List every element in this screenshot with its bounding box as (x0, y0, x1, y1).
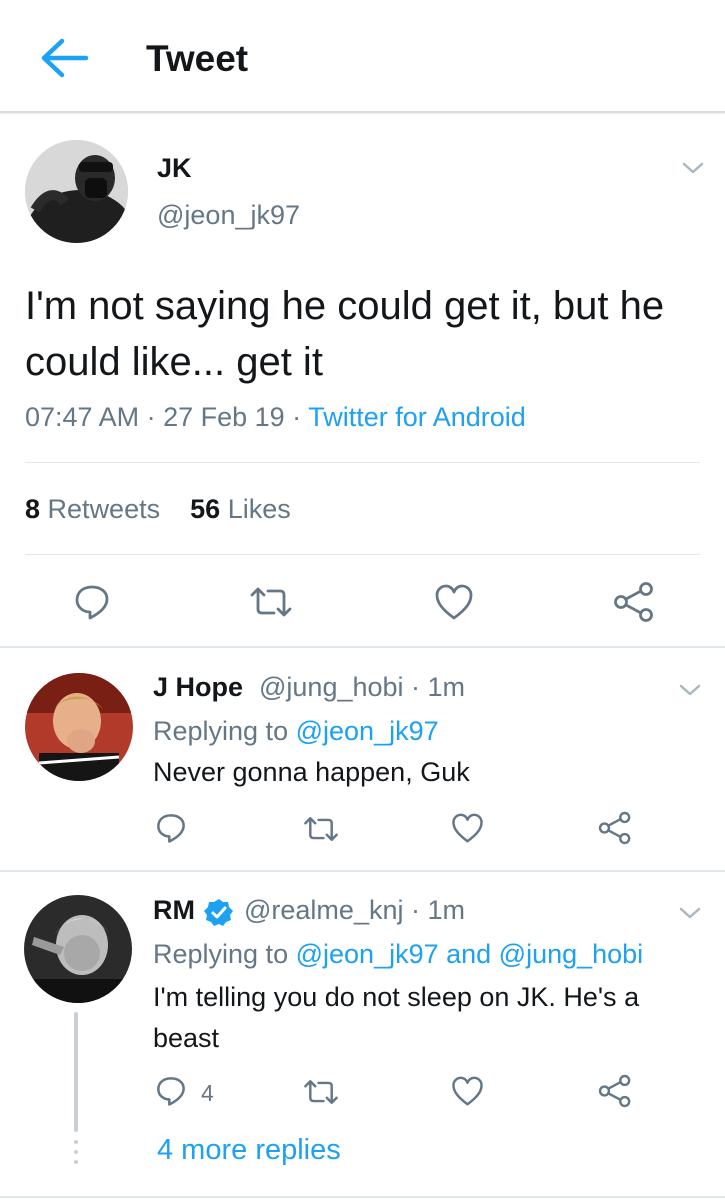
retweets-stat[interactable]: 8 Retweets (25, 494, 160, 524)
share-icon[interactable] (598, 811, 632, 845)
retweet-icon[interactable] (302, 815, 340, 843)
reply-count: 4 (201, 1080, 214, 1106)
meta-separator: · (139, 402, 164, 432)
reply-author-handle: @realme_knj (244, 895, 404, 925)
tweet-text: I'm not saying he could get it, but he c… (25, 284, 665, 384)
divider (25, 462, 700, 463)
mention-link[interactable]: @jeon_jk97 (296, 716, 439, 746)
heart-icon[interactable] (434, 583, 474, 621)
share-icon[interactable] (598, 1074, 632, 1108)
avatar[interactable] (25, 140, 128, 243)
tweet-time: 07:47 AM (25, 402, 140, 432)
replying-to-label: Replying to (153, 716, 289, 746)
page-title: Tweet (146, 38, 249, 79)
reply-age: 1m (427, 895, 465, 925)
heart-icon[interactable] (451, 812, 484, 844)
reply-age: 1m (427, 672, 466, 702)
retweet-icon[interactable] (302, 1078, 340, 1106)
reply-author-name[interactable]: RM (153, 895, 195, 926)
replying-to-label: Replying to (153, 939, 289, 969)
author-handle[interactable]: @jeon_jk97 (157, 200, 300, 231)
retweets-label: Retweets (47, 494, 161, 524)
replying-to: Replying to @jeon_jk97 and @jung_hobi (153, 939, 643, 970)
divider (0, 646, 725, 648)
verified-badge-icon (204, 899, 233, 926)
divider (25, 554, 700, 555)
likes-stat[interactable]: 56 Likes (190, 494, 291, 524)
avatar[interactable] (24, 895, 132, 1003)
thread-line (74, 1012, 78, 1132)
tweet-stats: 8 Retweets 56 Likes (25, 494, 291, 525)
divider (0, 1196, 725, 1198)
reply-author-name[interactable]: J Hope (153, 672, 243, 703)
reply-author-handle: @jung_hobi (259, 672, 404, 702)
avatar[interactable] (25, 673, 133, 781)
replying-to: Replying to @jeon_jk97 (153, 716, 439, 747)
reply-icon[interactable] (155, 812, 187, 844)
more-replies-link[interactable]: 4 more replies (157, 1134, 341, 1167)
likes-label: Likes (227, 494, 291, 524)
chevron-down-icon[interactable] (678, 905, 702, 921)
divider (0, 870, 725, 872)
tweet-date: 27 Feb 19 (163, 402, 285, 432)
retweets-count: 8 (25, 494, 41, 524)
mention-link[interactable]: @jeon_jk97 and @jung_hobi (296, 939, 644, 969)
retweet-icon[interactable] (248, 585, 294, 619)
tweet-source-link[interactable]: Twitter for Android (308, 402, 526, 432)
tweet-meta: 07:47 AM · 27 Feb 19 · Twitter for Andro… (25, 402, 526, 433)
meta-separator: · (284, 402, 309, 432)
top-bar: Tweet (0, 0, 725, 113)
reply-author-meta[interactable]: @jung_hobi · 1m (259, 672, 465, 703)
heart-icon[interactable] (451, 1075, 484, 1107)
reply-icon[interactable] (73, 583, 111, 621)
likes-count: 56 (190, 494, 221, 524)
author-name[interactable]: JK (157, 153, 192, 184)
reply-author-meta[interactable]: @realme_knj · 1m (244, 895, 465, 926)
reply-icon[interactable] (155, 1075, 187, 1107)
thread-dot (74, 1160, 78, 1164)
reply-text: I'm telling you do not sleep on JK. He's… (153, 982, 640, 1053)
thread-dot (74, 1140, 78, 1144)
reply-text: Never gonna happen, Guk (153, 757, 470, 787)
arrow-left-icon[interactable] (38, 36, 90, 80)
chevron-down-icon[interactable] (678, 682, 702, 698)
share-icon[interactable] (613, 581, 655, 623)
thread-dot (74, 1150, 78, 1154)
chevron-down-icon[interactable] (681, 160, 705, 176)
